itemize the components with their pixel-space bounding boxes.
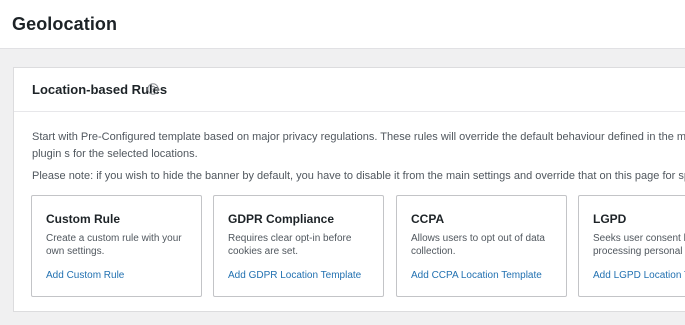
card-description: Allows users to opt out of data collecti…	[411, 233, 545, 257]
card-description: Seeks user consent be processing persona…	[593, 233, 685, 257]
card-title: GDPR Compliance	[228, 212, 335, 226]
ccpa-card: CCPA Allows users to opt out of data col…	[396, 195, 567, 297]
lgpd-card: LGPD Seeks user consent be processing pe…	[578, 195, 685, 297]
add-lgpd-template-link[interactable]: Add LGPD Location Te	[593, 270, 685, 282]
note-text: Please note: if you wish to hide the ban…	[32, 170, 685, 182]
card-description: Requires clear opt-in before cookies are…	[228, 233, 352, 257]
location-rules-panel: Location-based Rules Start with Pre-Conf…	[13, 67, 685, 312]
custom-rule-card: Custom Rule Create a custom rule with yo…	[31, 195, 202, 297]
gdpr-compliance-card: GDPR Compliance Requires clear opt-in be…	[213, 195, 384, 297]
card-title: Custom Rule	[46, 212, 121, 226]
geolocation-page: Geolocation Location-based Rules Start w…	[0, 0, 685, 325]
page-header: Geolocation	[0, 0, 685, 49]
help-circle-icon[interactable]	[147, 83, 159, 95]
card-title: LGPD	[593, 212, 627, 226]
add-gdpr-template-link[interactable]: Add GDPR Location Template	[228, 270, 361, 282]
card-title: CCPA	[411, 212, 445, 226]
add-custom-rule-link[interactable]: Add Custom Rule	[46, 270, 124, 282]
intro-text: Start with Pre-Configured template based…	[32, 131, 685, 160]
page-title: Geolocation	[12, 14, 118, 34]
card-description: Create a custom rule with your own setti…	[46, 233, 182, 257]
add-ccpa-template-link[interactable]: Add CCPA Location Template	[411, 270, 542, 282]
panel-header: Location-based Rules	[14, 68, 685, 112]
